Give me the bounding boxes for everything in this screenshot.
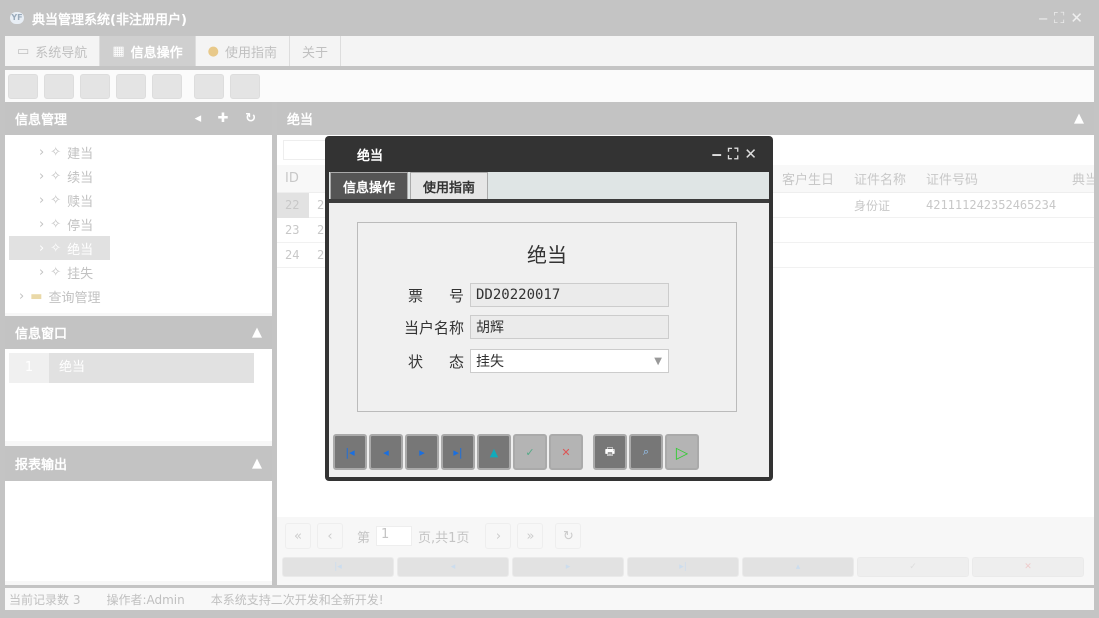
panel-tools-icon[interactable]: ◂ ✚ ↻ [195,111,262,126]
form-heading: 绝当 [527,243,567,267]
confirm-button[interactable]: ✓ [857,557,969,577]
info-window-header: 信息窗口 ▲ [5,316,272,349]
tree-item[interactable]: › ✧ 挂失 [39,260,272,284]
prev-page-button[interactable]: ‹ [317,523,343,549]
wand-icon: ✧ [50,240,62,256]
confirm-button[interactable]: ✓ [513,434,547,470]
maximize-icon[interactable]: ⛶ [1054,9,1071,27]
app-title: 典当管理系统(非注册用户) [32,12,187,28]
close-icon[interactable]: ✕ [1070,9,1089,27]
user-tool-button[interactable] [116,73,146,99]
document-tool-button[interactable] [80,73,110,99]
tree-item-selected[interactable]: › ✧ 绝当 [9,236,110,260]
folder-icon: ▬ [30,288,43,304]
next-page-button[interactable]: › [485,523,512,549]
customer-name-row: 当户名称 胡辉 [380,315,669,339]
grid-nav-buttons: |◂ ◂ ▸ ▸| ▴ ✓ ✕ [277,557,1094,577]
play-icon[interactable]: ▷ [665,434,699,470]
report-header: 报表输出 ▲ [5,446,272,481]
ticket-no-field[interactable]: DD20220017 [470,283,669,307]
up-button[interactable]: ▲ [477,434,511,470]
tab-info-ops[interactable]: ▦ 信息操作 [100,36,196,66]
next-record-button[interactable]: ▸ [512,557,624,577]
tree-item[interactable]: › ✧ 续当 [39,164,272,188]
toolbar [5,70,1094,102]
wand-icon: ✧ [50,216,62,232]
cancel-button[interactable]: ✕ [549,434,583,470]
tree-folder[interactable]: › ▬ 查询管理 [19,284,272,308]
customer-name-field[interactable]: 胡辉 [470,315,669,339]
cancel-button[interactable]: ✕ [972,557,1084,577]
dialog-buttons: |◂ ◂ ▸ ▸| ▲ ✓ ✕ 🖶 ⌕ ▷ [333,434,699,470]
monitor-icon: ▭ [17,43,30,59]
collapse-icon[interactable]: ▲ [1074,111,1084,126]
record-form: 绝当 票号 DD20220017 当户名称 胡辉 状态挂失 ▼ [357,222,737,412]
add-window-tool-button[interactable] [194,73,224,99]
status-row: 状态挂失 ▼ [380,349,669,373]
last-record-button[interactable]: ▸| [627,557,739,577]
wand-icon: ✧ [50,192,62,208]
window-controls[interactable]: ‒⛶✕ [1038,9,1089,27]
last-page-button[interactable]: » [517,523,544,549]
info-mgmt-header: 信息管理 ◂ ✚ ↻ [5,102,272,135]
collapse-icon[interactable]: ▲ [252,325,262,340]
grid-header: 绝当 ▲ [277,102,1094,135]
wand-icon: ✧ [50,168,62,184]
tree-item[interactable]: › ✧ 停当 [39,212,272,236]
page-input[interactable]: 1 [376,526,413,546]
minimize-icon[interactable]: ‒ [711,145,727,163]
tab-nav[interactable]: ▭ 系统导航 [5,36,101,66]
left-panel: 信息管理 ◂ ✚ ↻ › ✧ 建当 › ✧ 续当 › ✧ 赎当 › ✧ 停当 › ✧ 绝当 › ✧ 挂失 … [5,102,272,585]
status-select[interactable]: 挂失 ▼ [470,349,669,373]
collapse-icon[interactable]: ▲ [252,456,262,471]
first-record-button[interactable]: |◂ [333,434,367,470]
app-logo-icon: YF [10,12,24,24]
search-tool-button[interactable] [8,73,38,99]
dialog-tabs: 信息操作 使用指南 [329,172,769,203]
status-bar: 当前记录数 3 操作者:Admin 本系统支持二次开发和全新开发! [5,588,1094,610]
print-tool-button[interactable] [230,73,260,99]
pager: «‹ 第 1 页,共1页 ›» ↻ [277,517,1094,555]
list-tool-button[interactable] [44,73,74,99]
dialog-tab-info-ops[interactable]: 信息操作 [330,172,409,199]
dialog-tab-guide[interactable]: 使用指南 [410,172,489,199]
grid-icon: ▦ [112,43,125,59]
minimize-icon[interactable]: ‒ [1038,9,1054,27]
dialog-header: 绝当 ‒⛶✕ [357,145,763,164]
window-list-item[interactable]: 1 绝当 [9,353,254,383]
screen-tool-button[interactable] [152,73,182,99]
tree-item[interactable]: › ✧ 赎当 [39,188,272,212]
maximize-icon[interactable]: ⛶ [728,145,745,163]
print-icon[interactable]: 🖶 [593,434,627,470]
tab-guide[interactable]: ● 使用指南 [196,36,290,66]
refresh-icon[interactable]: ↻ [555,523,582,549]
up-record-button[interactable]: ▴ [742,557,854,577]
title-bar: YF 典当管理系统(非注册用户) [0,0,1099,36]
tab-about[interactable]: 关于 [290,36,341,66]
tree-item[interactable]: › ✧ 建当 [39,140,272,164]
prev-record-button[interactable]: ◂ [397,557,509,577]
first-page-button[interactable]: « [285,523,311,549]
first-record-button[interactable]: |◂ [282,557,394,577]
ticket-no-row: 票号 DD20220017 [380,283,669,307]
close-icon[interactable]: ✕ [744,145,763,163]
wand-icon: ✧ [50,144,62,160]
help-icon: ● [207,43,219,59]
print-preview-icon[interactable]: ⌕ [629,434,663,470]
chevron-down-icon: ▼ [654,355,662,367]
wand-icon: ✧ [50,264,62,280]
prev-record-button[interactable]: ◂ [369,434,403,470]
dialog-window: 绝当 ‒⛶✕ 信息操作 使用指南 绝当 票号 DD20220017 当户名称 胡辉 状… [325,136,773,481]
next-record-button[interactable]: ▸ [405,434,439,470]
last-record-button[interactable]: ▸| [441,434,475,470]
main-tabs: ▭ 系统导航 ▦ 信息操作 ● 使用指南 关于 [5,36,1094,66]
